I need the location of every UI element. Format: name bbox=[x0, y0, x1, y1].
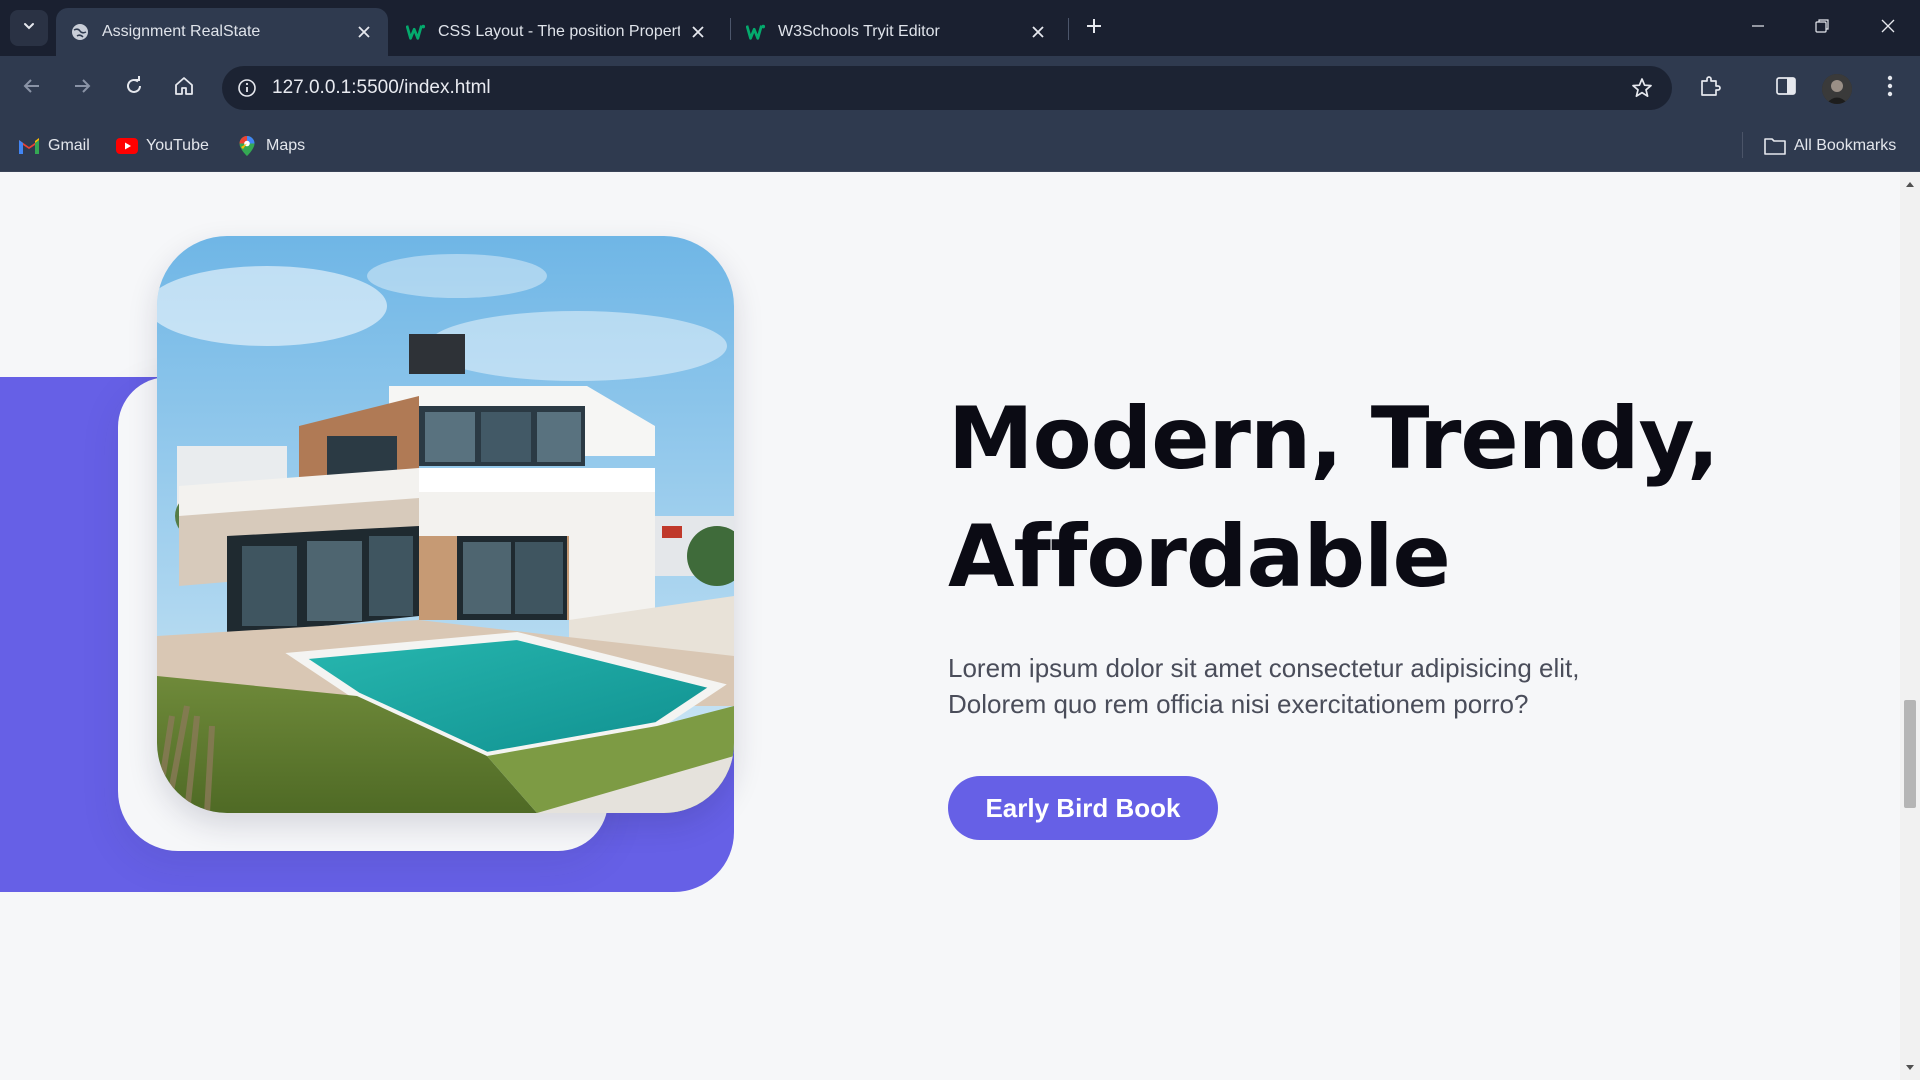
folder-icon bbox=[1764, 135, 1786, 157]
minimize-button[interactable] bbox=[1740, 12, 1776, 44]
w3schools-icon bbox=[406, 22, 426, 42]
close-icon[interactable] bbox=[1028, 22, 1048, 42]
globe-icon bbox=[70, 22, 90, 42]
back-button[interactable] bbox=[14, 70, 50, 106]
hero-headline: Modern, Trendy, Affordable bbox=[948, 380, 1768, 616]
profile-avatar[interactable] bbox=[1822, 74, 1852, 104]
all-bookmarks-label: All Bookmarks bbox=[1794, 137, 1897, 154]
tab-search-button[interactable] bbox=[10, 10, 48, 46]
tab-title: W3Schools Tryit Editor bbox=[778, 23, 940, 40]
gmail-icon bbox=[18, 135, 40, 157]
restore-button[interactable] bbox=[1804, 12, 1840, 44]
home-icon bbox=[173, 75, 195, 102]
close-icon[interactable] bbox=[354, 22, 374, 42]
scrollbar-thumb[interactable] bbox=[1904, 700, 1916, 808]
reload-icon bbox=[123, 75, 145, 102]
home-button[interactable] bbox=[166, 70, 202, 106]
page-viewport: Modern, Trendy, Affordable Lorem ipsum d… bbox=[0, 172, 1900, 1080]
new-tab-button[interactable] bbox=[1080, 14, 1108, 42]
description-line-2: Dolorem quo rem officia nisi exercitatio… bbox=[948, 689, 1529, 719]
bookmarks-bar: Gmail YouTube Maps All Bookmarks bbox=[0, 120, 1920, 172]
puzzle-icon bbox=[1698, 74, 1722, 103]
tab-separator bbox=[730, 18, 731, 40]
extensions-button[interactable] bbox=[1694, 72, 1726, 104]
early-bird-book-button[interactable]: Early Bird Book bbox=[948, 776, 1218, 840]
url-text: 127.0.0.1:5500/index.html bbox=[272, 77, 491, 98]
arrow-right-icon bbox=[71, 75, 93, 102]
youtube-icon bbox=[116, 135, 138, 157]
bookmark-label: Maps bbox=[266, 137, 306, 154]
bookmark-youtube[interactable]: YouTube bbox=[116, 134, 209, 158]
tab-title: Assignment RealState bbox=[102, 23, 261, 40]
close-window-button[interactable] bbox=[1870, 12, 1906, 44]
headline-line-1: Modern, Trendy, bbox=[948, 389, 1720, 489]
bookmark-label: Gmail bbox=[48, 137, 90, 154]
tab-w3schools-tryit[interactable]: W3Schools Tryit Editor bbox=[732, 8, 1062, 56]
minimize-icon bbox=[1750, 18, 1766, 39]
close-icon bbox=[1880, 18, 1896, 39]
side-panel-button[interactable] bbox=[1770, 72, 1802, 104]
tab-separator bbox=[1068, 18, 1069, 40]
hero-description: Lorem ipsum dolor sit amet consectetur a… bbox=[948, 650, 1708, 722]
tab-css-layout[interactable]: CSS Layout - The position Property bbox=[392, 8, 722, 56]
bookmark-gmail[interactable]: Gmail bbox=[18, 134, 90, 158]
browser-chrome: Assignment RealState CSS Layout - The po… bbox=[0, 0, 1920, 172]
browser-toolbar: 127.0.0.1:5500/index.html bbox=[0, 56, 1920, 120]
tab-assignment-realstate[interactable]: Assignment RealState bbox=[56, 8, 388, 56]
w3schools-icon bbox=[746, 22, 766, 42]
description-line-1: Lorem ipsum dolor sit amet consectetur a… bbox=[948, 653, 1580, 683]
bookmark-label: YouTube bbox=[146, 137, 209, 154]
tab-strip: Assignment RealState CSS Layout - The po… bbox=[0, 0, 1920, 56]
address-bar[interactable]: 127.0.0.1:5500/index.html bbox=[222, 66, 1672, 110]
menu-button[interactable] bbox=[1874, 72, 1906, 104]
scroll-up-arrow-icon[interactable] bbox=[1900, 172, 1920, 196]
all-bookmarks-button[interactable]: All Bookmarks bbox=[1764, 134, 1896, 158]
forward-button[interactable] bbox=[64, 70, 100, 106]
star-icon[interactable] bbox=[1630, 76, 1654, 100]
page-scrollbar[interactable] bbox=[1900, 172, 1920, 1080]
restore-icon bbox=[1814, 18, 1830, 39]
bookmark-maps[interactable]: Maps bbox=[236, 134, 305, 158]
side-panel-icon bbox=[1775, 75, 1797, 102]
bookmarks-separator bbox=[1742, 132, 1743, 158]
house-photo bbox=[157, 236, 734, 813]
kebab-menu-icon bbox=[1887, 75, 1893, 102]
chevron-down-icon bbox=[21, 18, 37, 39]
maps-icon bbox=[236, 135, 258, 157]
tab-title: CSS Layout - The position Property bbox=[438, 23, 680, 40]
plus-icon bbox=[1085, 17, 1103, 40]
scroll-down-arrow-icon[interactable] bbox=[1900, 1056, 1920, 1080]
reload-button[interactable] bbox=[116, 70, 152, 106]
arrow-left-icon bbox=[21, 75, 43, 102]
close-icon[interactable] bbox=[688, 22, 708, 42]
info-icon[interactable] bbox=[236, 77, 258, 99]
headline-line-2: Affordable bbox=[948, 507, 1451, 607]
